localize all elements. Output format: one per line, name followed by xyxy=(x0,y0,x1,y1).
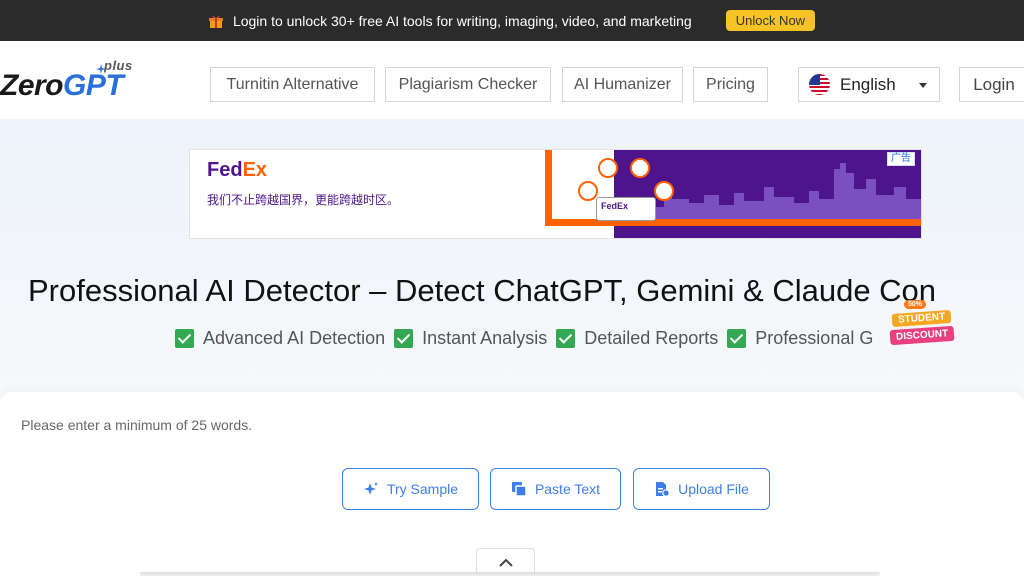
truck-label: FedEx xyxy=(601,201,629,211)
feature-label: Instant Analysis xyxy=(422,328,548,348)
checkmark-icon xyxy=(556,329,576,348)
language-select[interactable]: English xyxy=(798,67,940,102)
nav-pricing[interactable]: Pricing xyxy=(693,67,768,102)
checkmark-icon xyxy=(394,329,414,348)
feature-item: Instant Analysis xyxy=(394,328,547,349)
unlock-now-button[interactable]: Unlock Now xyxy=(725,10,816,31)
fedex-logo-fed: Fed xyxy=(207,159,243,181)
site-header: plus ZeroGPT Turnitin Alternative Plagia… xyxy=(0,41,1024,119)
checkmark-icon xyxy=(727,329,747,348)
ad-purple-strip xyxy=(614,226,921,238)
fedex-logo-ex: Ex xyxy=(242,159,268,181)
input-hint: Please enter a minimum of 25 words. xyxy=(21,417,253,433)
upload-file-button[interactable]: Upload File xyxy=(633,468,770,510)
caret-down-icon xyxy=(919,83,927,88)
zerogpt-logo[interactable]: plus ZeroGPT xyxy=(0,57,150,103)
feature-item: Professional G xyxy=(727,328,873,349)
logo-gpt: GPT xyxy=(63,69,124,102)
clock-icon xyxy=(630,158,650,178)
feature-item: Advanced AI Detection xyxy=(175,328,385,349)
clock-icon xyxy=(598,158,618,178)
detector-card: Please enter a minimum of 25 words. Try … xyxy=(0,392,1024,576)
paste-text-label: Paste Text xyxy=(534,481,601,497)
page-title: Professional AI Detector – Detect ChatGP… xyxy=(28,273,937,308)
ad-left-panel: FedEx 我们不止跨越国界，更能跨越时区。 xyxy=(190,150,545,238)
delivery-truck-icon: FedEx xyxy=(596,197,656,221)
clock-icon xyxy=(578,181,598,201)
feature-list: Advanced AI Detection Instant Analysis D… xyxy=(175,328,882,349)
sticker-discount: DISCOUNT xyxy=(889,325,955,346)
login-button[interactable]: Login xyxy=(959,67,1024,102)
language-label: English xyxy=(840,74,896,94)
upload-file-label: Upload File xyxy=(678,481,749,497)
try-sample-button[interactable]: Try Sample xyxy=(342,468,479,510)
us-flag-icon xyxy=(809,74,830,95)
ad-banner[interactable]: FedEx 我们不止跨越国界，更能跨越时区。 FedEx 广告 xyxy=(189,149,922,239)
sticker-percent: 50% xyxy=(904,300,927,309)
nav-turnitin-alternative[interactable]: Turnitin Alternative xyxy=(210,67,375,102)
student-discount-badge[interactable]: 50% STUDENT DISCOUNT xyxy=(889,300,955,356)
logo-zero: Zero xyxy=(0,69,64,102)
checkmark-icon xyxy=(175,329,194,348)
nav-ai-humanizer[interactable]: AI Humanizer xyxy=(562,67,683,102)
fedex-logo: FedEx xyxy=(207,159,267,182)
sticker-student: STUDENT xyxy=(891,309,952,328)
promo-bar: Login to unlock 30+ free AI tools for wr… xyxy=(0,0,1024,41)
upload-file-icon xyxy=(654,481,670,497)
feature-label: Detailed Reports xyxy=(584,328,719,348)
ad-orange-bar-vertical xyxy=(545,150,552,226)
feature-item: Detailed Reports xyxy=(556,328,718,349)
feature-label: Professional G xyxy=(755,328,874,348)
feature-label: Advanced AI Detection xyxy=(203,328,386,348)
chevron-up-icon xyxy=(498,558,513,567)
logo-wordmark: ZeroGPT xyxy=(0,69,124,103)
sparkle-icon xyxy=(363,481,379,497)
editor-edge xyxy=(140,572,880,576)
try-sample-label: Try Sample xyxy=(386,481,459,497)
paste-icon xyxy=(511,481,527,497)
nav-plagiarism-checker[interactable]: Plagiarism Checker xyxy=(385,67,551,102)
ad-choices-badge[interactable]: 广告 xyxy=(887,152,915,166)
gift-icon xyxy=(208,14,223,28)
paste-text-button[interactable]: Paste Text xyxy=(490,468,621,510)
clock-icon xyxy=(654,181,674,201)
promo-text: Login to unlock 30+ free AI tools for wr… xyxy=(232,12,692,29)
ad-tagline: 我们不止跨越国界，更能跨越时区。 xyxy=(207,193,400,207)
